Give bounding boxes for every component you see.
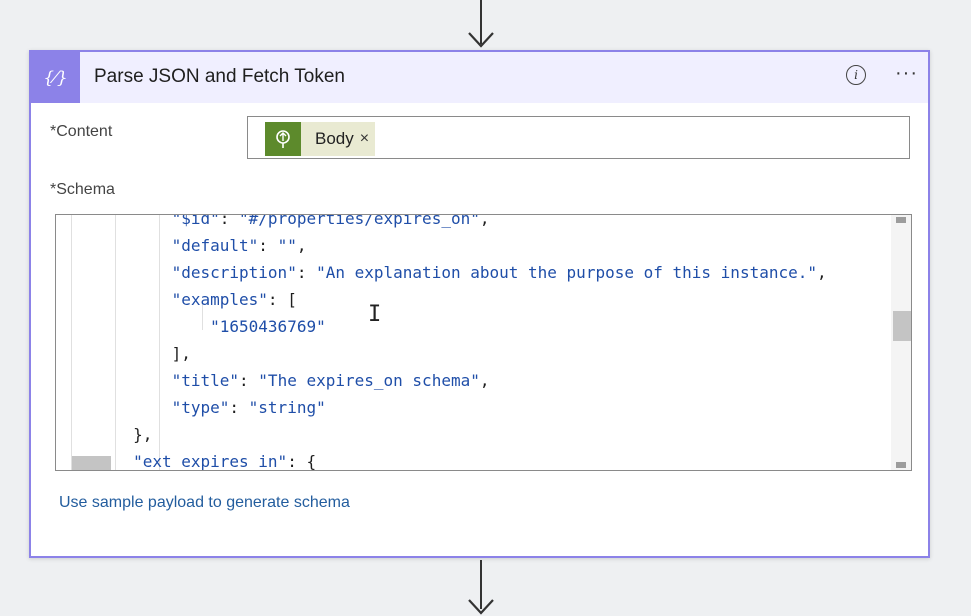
scroll-up-button[interactable] [896,217,906,223]
data-operation-icon: {⁄} [31,52,80,103]
vertical-scrollbar[interactable] [891,215,911,470]
content-input[interactable]: Body × [247,116,910,159]
arrow-down-icon [468,599,494,615]
token-label: Body [315,129,354,148]
schema-editor[interactable]: "$id": "#/properties/expires_on", "defau… [55,214,912,471]
code-line: "title": "The expires_on schema", [171,371,490,390]
horizontal-scrollbar-thumb[interactable] [72,456,111,470]
action-title[interactable]: Parse JSON and Fetch Token [94,66,345,88]
arrow-down-icon [468,32,494,48]
code-line: }, [133,425,153,444]
scroll-down-button[interactable] [896,462,906,468]
text-cursor-icon: I [368,302,382,327]
parse-json-action-card: {⁄} Parse JSON and Fetch Token i ··· *Co… [29,50,930,558]
schema-code[interactable]: "$id": "#/properties/expires_on", "defau… [56,214,891,471]
more-options-icon[interactable]: ··· [895,62,918,85]
code-line: "description": "An explanation about the… [171,263,827,282]
code-line: "$id": "#/properties/expires_on", [171,214,490,228]
token-remove-icon[interactable]: × [360,130,375,148]
code-line: "examples": [ [171,290,297,309]
code-line: "default": "", [171,236,307,255]
code-line: "1650436769" [210,317,326,336]
info-icon[interactable]: i [846,65,866,85]
dynamic-content-token[interactable]: Body × [265,122,376,156]
action-header[interactable]: {⁄} Parse JSON and Fetch Token i ··· [31,52,928,103]
scrollbar-thumb[interactable] [893,311,911,341]
code-line: "ext_expires_in": { [133,452,317,471]
code-line: "type": "string" [171,398,326,417]
content-label: *Content [50,123,113,140]
request-trigger-icon [265,122,301,156]
schema-label: *Schema [50,181,115,198]
generate-schema-link[interactable]: Use sample payload to generate schema [59,494,350,512]
code-line: ], [171,344,191,363]
